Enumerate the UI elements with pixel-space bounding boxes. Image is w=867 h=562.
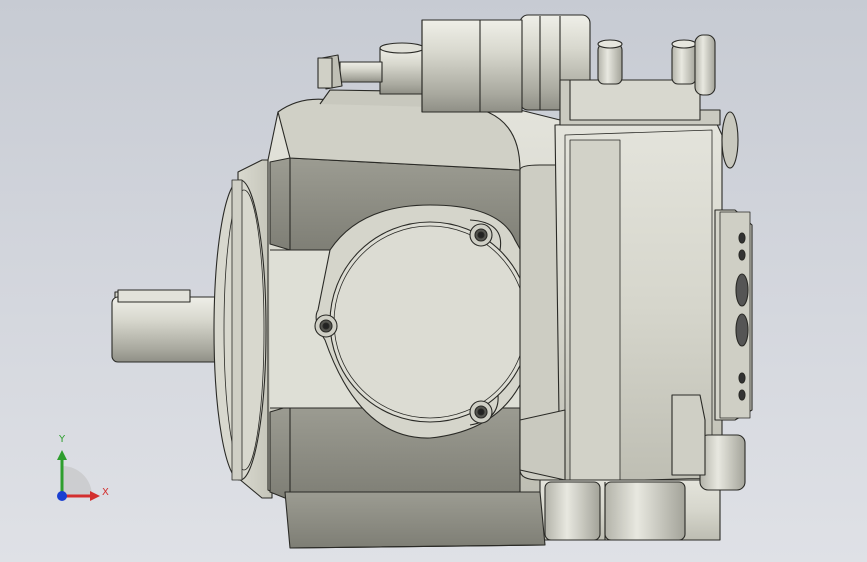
x-axis-label: X [102, 487, 109, 498]
y-axis-head [57, 450, 67, 460]
mounting-flange [213, 159, 273, 499]
triad-axes [57, 450, 100, 501]
z-axis-dot [57, 491, 67, 501]
cover-screw-left [314, 314, 338, 338]
adjustment-bolt [317, 54, 383, 90]
pump-3d-model[interactable] [0, 0, 867, 562]
orientation-triad: Y X [44, 434, 114, 512]
y-axis-label: Y [59, 434, 66, 445]
cad-viewport[interactable]: Y X [0, 0, 867, 562]
drive-shaft [111, 289, 221, 363]
cover-screw-bottom [469, 400, 493, 424]
cover-screw-top [469, 223, 493, 247]
x-axis-head [90, 491, 100, 501]
lower-housing-edge [284, 491, 546, 549]
